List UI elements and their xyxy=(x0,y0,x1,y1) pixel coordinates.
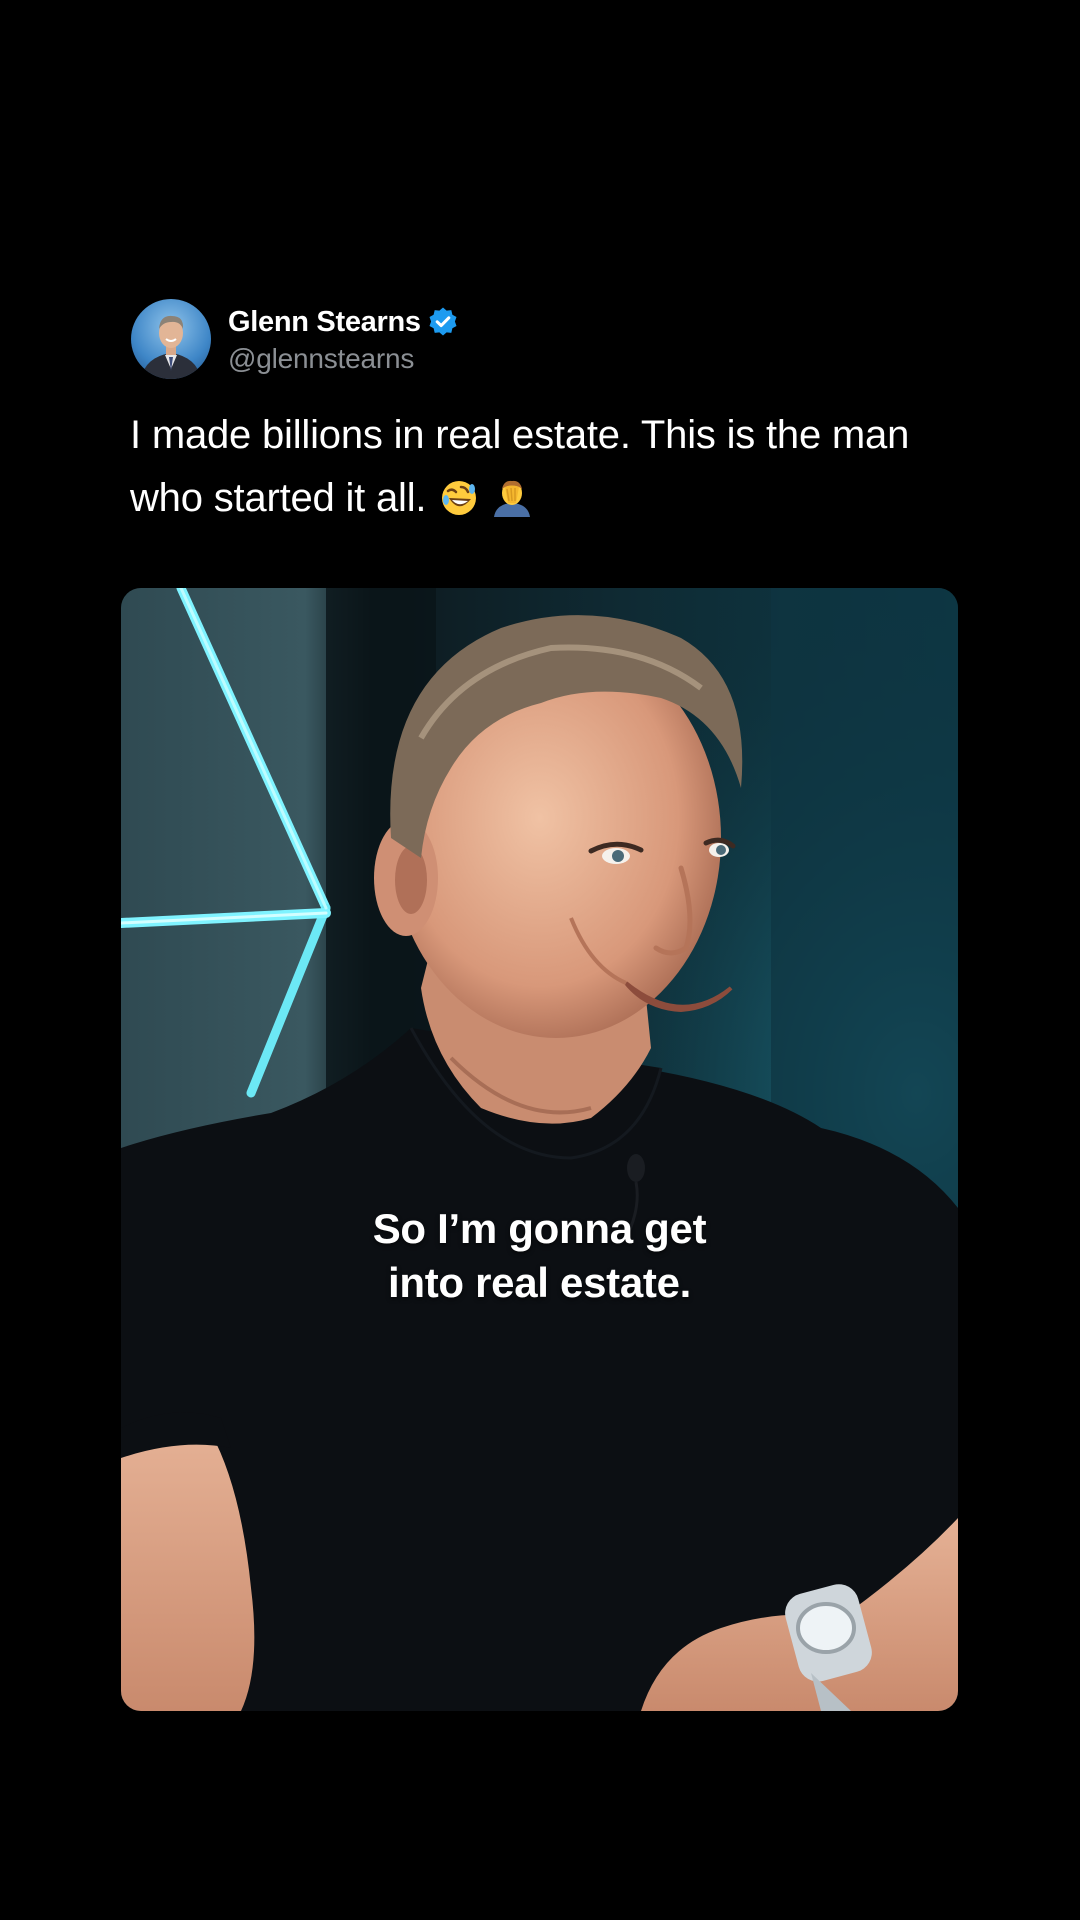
rolling-on-floor-laughing-emoji xyxy=(439,473,479,515)
author-handle[interactable]: @glennstearns xyxy=(228,343,459,375)
avatar[interactable] xyxy=(131,299,211,379)
tweet-header: Glenn Stearns @glennstearns xyxy=(131,298,459,380)
video-frame-image xyxy=(121,588,958,1711)
video-media[interactable]: So I’m gonna get into real estate. xyxy=(121,588,958,1711)
author-name[interactable]: Glenn Stearns xyxy=(228,306,421,339)
caption-line-1: So I’m gonna get xyxy=(372,1205,707,1252)
man-facepalming-emoji xyxy=(492,473,532,517)
tweet-text: I made billions in real estate. This is … xyxy=(130,404,970,530)
caption-line-2: into real estate. xyxy=(387,1259,691,1306)
avatar-portrait xyxy=(141,315,201,379)
verified-badge-icon xyxy=(427,306,459,338)
video-caption: So I’m gonna get into real estate. xyxy=(121,1202,958,1310)
